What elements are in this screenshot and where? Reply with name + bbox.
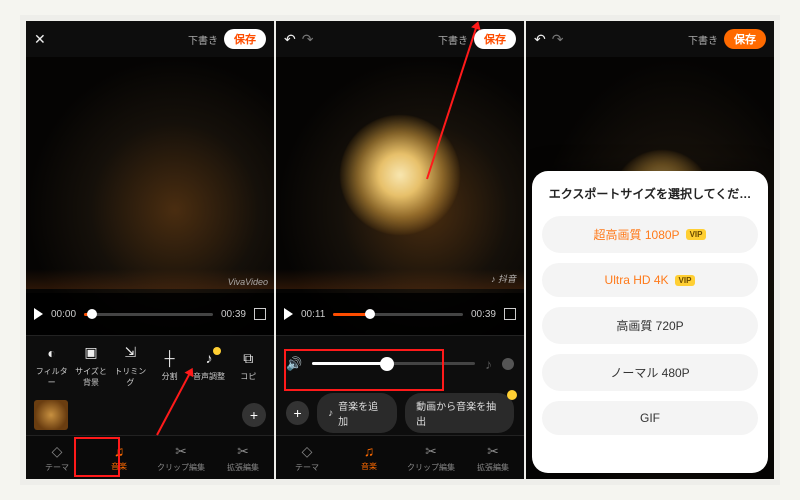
- watermark-text: VivaVideo: [228, 277, 268, 287]
- video-preview[interactable]: VivaVideo 00:00 00:39: [26, 57, 274, 335]
- topbar: 下書き 保存: [26, 21, 274, 57]
- nav-cut[interactable]: ✂クリップ編集: [150, 443, 212, 473]
- time-current: 00:00: [51, 309, 76, 320]
- progress-track[interactable]: [84, 313, 213, 316]
- export-480p[interactable]: ノーマル 480P: [542, 354, 758, 391]
- play-icon[interactable]: [284, 308, 293, 320]
- play-icon[interactable]: [34, 308, 43, 320]
- tool-split[interactable]: ┼分割: [150, 349, 189, 382]
- playback-bar: 00:11 00:39: [276, 293, 524, 335]
- time-total: 00:39: [221, 309, 246, 320]
- tiktok-watermark: ♪ 抖音: [491, 272, 516, 285]
- draft-label[interactable]: 下書き: [188, 32, 218, 47]
- nav-theme[interactable]: ◇テーマ: [276, 443, 338, 473]
- undo-icon[interactable]: [284, 31, 296, 48]
- export-size-sheet: エクスポートサイズを選択してくだ… 超高画質 1080P VIP Ultra H…: [532, 171, 768, 473]
- tool-size[interactable]: ▣サイズと背景: [71, 344, 110, 388]
- draft-label[interactable]: 下書き: [438, 32, 468, 47]
- fullscreen-icon[interactable]: [254, 308, 266, 320]
- add-button[interactable]: +: [286, 401, 309, 425]
- music-volume-knob-disabled: [502, 358, 514, 370]
- topbar: 下書き 保存: [276, 21, 524, 57]
- bottom-nav: ◇テーマ ♫音楽 ✂クリップ編集 ✂拡張編集: [26, 435, 274, 479]
- music-actions-row: + ♪音楽を追加 動画から音楽を抽出: [276, 391, 524, 435]
- progress-track[interactable]: [333, 313, 463, 316]
- export-4k[interactable]: Ultra HD 4K VIP: [542, 263, 758, 297]
- playback-bar: 00:00 00:39: [26, 293, 274, 335]
- add-music-pill[interactable]: ♪音楽を追加: [317, 393, 397, 433]
- three-phone-layout: 下書き 保存 VivaVideo 00:00 00:39 ◐フィルター ▣サイズ…: [20, 15, 780, 485]
- tool-filter[interactable]: ◐フィルター: [32, 344, 71, 388]
- clip-thumb[interactable]: [34, 400, 68, 430]
- nav-cut[interactable]: ✂クリップ編集: [400, 443, 462, 473]
- video-preview[interactable]: ♪ 抖音 00:11 00:39: [276, 57, 524, 335]
- horizon-glow: [276, 269, 524, 289]
- redo-icon[interactable]: [302, 31, 314, 48]
- bottom-nav: ◇テーマ ♫音楽 ✂クリップ編集 ✂拡張編集: [276, 435, 524, 479]
- tool-trim[interactable]: ⇲トリミング: [111, 344, 150, 388]
- time-current: 00:11: [301, 309, 325, 320]
- fullscreen-icon[interactable]: [504, 308, 516, 320]
- export-gif[interactable]: GIF: [542, 401, 758, 435]
- nav-theme[interactable]: ◇テーマ: [26, 443, 88, 473]
- nav-extra[interactable]: ✂拡張編集: [212, 443, 274, 473]
- sheet-title: エクスポートサイズを選択してくだ…: [542, 185, 758, 202]
- draft-label[interactable]: 下書き: [688, 32, 718, 47]
- nav-extra[interactable]: ✂拡張編集: [462, 443, 524, 473]
- clip-thumb-strip: +: [26, 395, 274, 435]
- vip-badge: VIP: [675, 275, 696, 286]
- vip-badge: VIP: [686, 229, 707, 240]
- tool-more[interactable]: ⧉コピ: [229, 349, 268, 382]
- nav-music[interactable]: ♫音楽: [88, 443, 150, 472]
- close-icon[interactable]: [34, 31, 46, 48]
- tool-row: ◐フィルター ▣サイズと背景 ⇲トリミング ┼分割 ♪音声調整 ⧉コピ: [26, 335, 274, 395]
- redo-icon[interactable]: [552, 31, 564, 48]
- volume-row: 🔊 ♪: [276, 335, 524, 391]
- nav-music[interactable]: ♫音楽: [338, 443, 400, 472]
- save-button-active[interactable]: 保存: [724, 29, 766, 49]
- save-button[interactable]: 保存: [224, 29, 266, 49]
- time-total: 00:39: [471, 309, 496, 320]
- extract-music-pill[interactable]: 動画から音楽を抽出: [405, 393, 514, 433]
- export-1080p[interactable]: 超高画質 1080P VIP: [542, 216, 758, 253]
- phone-screen-1: 下書き 保存 VivaVideo 00:00 00:39 ◐フィルター ▣サイズ…: [26, 21, 274, 479]
- speaker-icon[interactable]: 🔊: [286, 356, 302, 372]
- tool-audio[interactable]: ♪音声調整: [189, 349, 228, 382]
- add-clip-button[interactable]: +: [242, 403, 266, 427]
- music-note-icon-disabled: ♪: [485, 356, 492, 372]
- undo-icon[interactable]: [534, 31, 546, 48]
- save-button[interactable]: 保存: [474, 29, 516, 49]
- phone-screen-2: 下書き 保存 ♪ 抖音 00:11 00:39 🔊: [276, 21, 524, 479]
- export-720p[interactable]: 高画質 720P: [542, 307, 758, 344]
- volume-slider[interactable]: [312, 362, 475, 365]
- topbar: 下書き 保存: [526, 21, 774, 57]
- phone-screen-3: 下書き 保存 エクスポートサイズを選択してくだ… 超高画質 1080P VIP …: [526, 21, 774, 479]
